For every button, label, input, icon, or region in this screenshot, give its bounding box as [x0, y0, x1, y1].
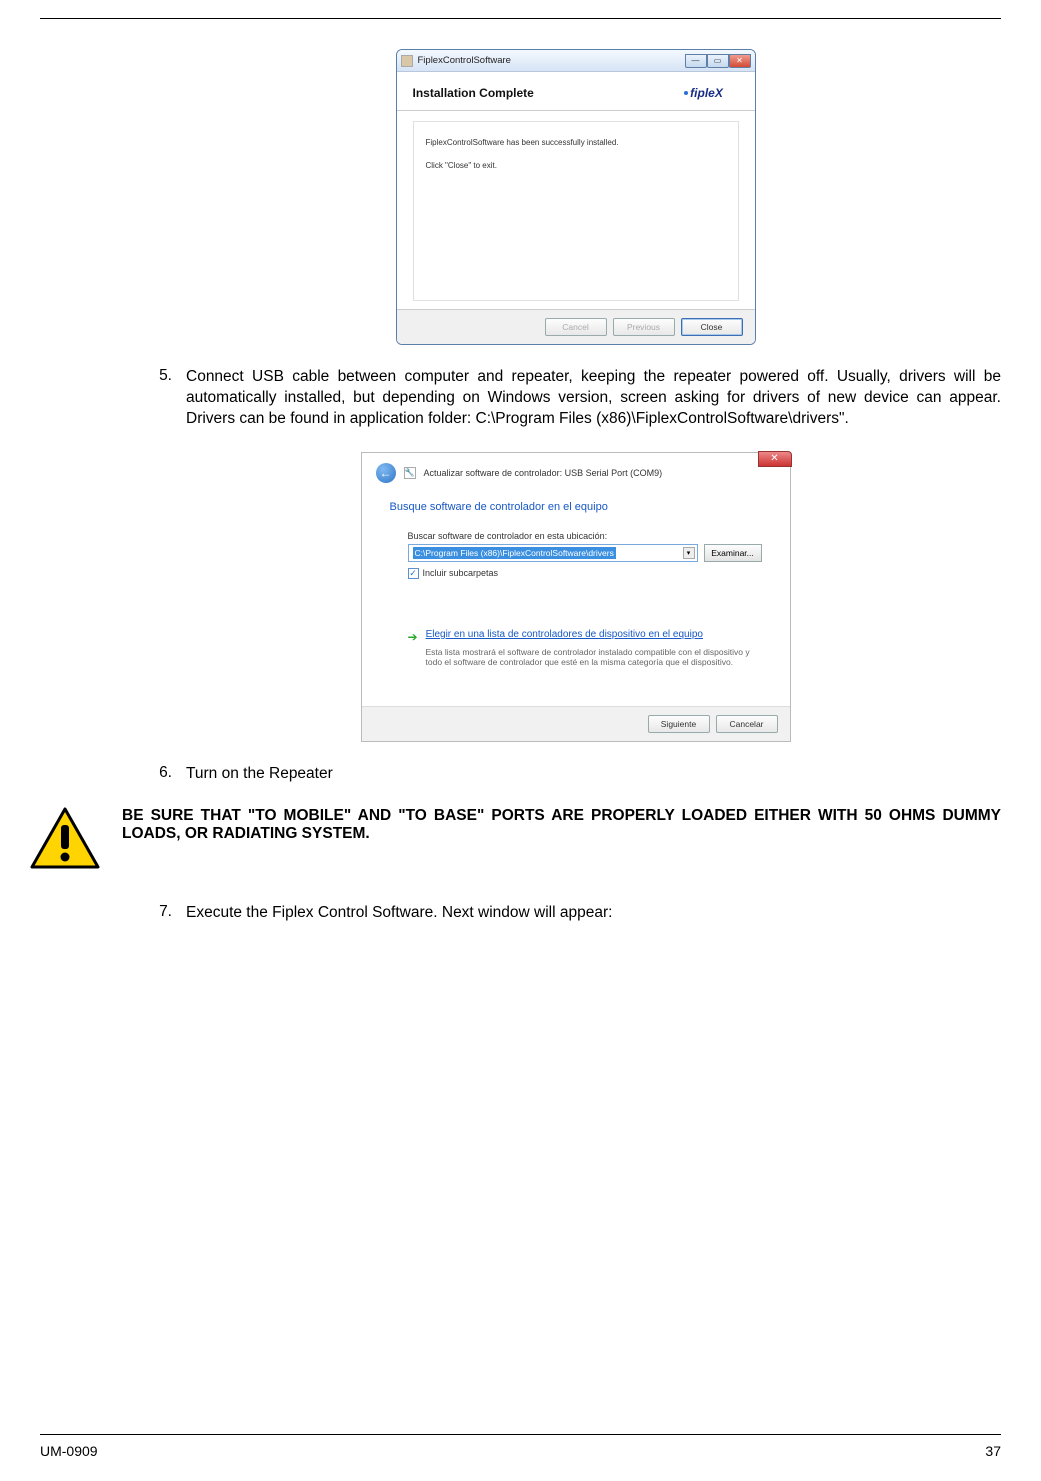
installer-heading: Installation Complete [413, 86, 534, 100]
footer-right: 37 [985, 1443, 1001, 1459]
warning-row: BE SURE THAT "TO MOBILE" AND "TO BASE" P… [150, 807, 1001, 867]
driver-dialog-footer: Siguiente Cancelar [362, 706, 790, 741]
top-horizontal-rule [40, 18, 1001, 19]
driver-search-label: Buscar software de controlador en esta u… [408, 531, 762, 541]
choose-from-list-link[interactable]: Elegir en una lista de controladores de … [426, 629, 703, 644]
previous-button[interactable]: Previous [613, 318, 675, 336]
content-area: FiplexControlSoftware — ▭ ✕ Installation… [40, 49, 1001, 924]
include-subfolders-checkbox[interactable]: ✓ [408, 568, 419, 579]
driver-dialog: ✕ ← 🔧 Actualizar software de controlador… [361, 452, 791, 742]
warning-triangle-icon [30, 807, 100, 869]
list-number-7: 7. [150, 903, 186, 924]
window-close-button[interactable]: ✕ [729, 54, 751, 68]
maximize-button[interactable]: ▭ [707, 54, 729, 68]
browse-button[interactable]: Examinar... [704, 544, 762, 562]
warning-text: BE SURE THAT "TO MOBILE" AND "TO BASE" P… [118, 807, 1001, 843]
list-text-7: Execute the Fiplex Control Software. Nex… [186, 903, 1001, 924]
minimize-button[interactable]: — [685, 54, 707, 68]
warning-icon [30, 807, 100, 867]
list-item-7: 7. Execute the Fiplex Control Software. … [150, 903, 1001, 924]
installer-line-2: Click "Close" to exit. [426, 161, 726, 170]
cancel-button-2[interactable]: Cancelar [716, 715, 778, 733]
list-item-5: 5. Connect USB cable between computer an… [150, 367, 1001, 430]
figure-installation-complete: FiplexControlSoftware — ▭ ✕ Installation… [150, 49, 1001, 345]
fiplex-logo: fipleX [669, 82, 739, 104]
list-item-6: 6. Turn on the Repeater [150, 764, 1001, 785]
include-subfolders-row: ✓ Incluir subcarpetas [408, 568, 762, 579]
installer-message-panel: FiplexControlSoftware has been successfu… [413, 121, 739, 301]
driver-dialog-title: Busque software de controlador en el equ… [390, 501, 762, 513]
choose-from-list-option[interactable]: ➔ Elegir en una lista de controladores d… [408, 629, 762, 644]
figure-driver-dialog: ✕ ← 🔧 Actualizar software de controlador… [150, 452, 1001, 742]
installer-titlebar: FiplexControlSoftware — ▭ ✕ [397, 50, 755, 72]
page-footer: UM-0909 37 [40, 1443, 1001, 1459]
cancel-button[interactable]: Cancel [545, 318, 607, 336]
dropdown-icon[interactable]: ▾ [683, 547, 695, 559]
footer-left: UM-0909 [40, 1443, 98, 1459]
installer-footer: Cancel Previous Close [397, 309, 755, 344]
driver-header-icon: 🔧 [404, 467, 416, 479]
arrow-right-icon: ➔ [408, 630, 418, 644]
installer-header-row: Installation Complete fipleX [413, 82, 739, 104]
include-subfolders-label: Incluir subcarpetas [423, 568, 499, 578]
logo-text: fipleX [690, 86, 723, 100]
driver-dialog-close-button[interactable]: ✕ [758, 451, 792, 467]
installer-title-text: FiplexControlSoftware [418, 55, 685, 66]
driver-dialog-header: ← 🔧 Actualizar software de controlador: … [362, 453, 790, 487]
installer-app-icon [401, 55, 413, 67]
logo-dot-icon [684, 91, 688, 95]
separator [397, 110, 755, 111]
driver-path-input[interactable]: C:\Program Files (x86)\FiplexControlSoft… [408, 544, 698, 562]
list-number-5: 5. [150, 367, 186, 430]
installer-body: Installation Complete fipleX FiplexContr… [397, 72, 755, 344]
list-text-6: Turn on the Repeater [186, 764, 1001, 785]
next-button[interactable]: Siguiente [648, 715, 710, 733]
back-arrow-icon[interactable]: ← [376, 463, 396, 483]
close-button[interactable]: Close [681, 318, 743, 336]
driver-header-text: Actualizar software de controlador: USB … [424, 468, 663, 478]
choose-from-list-description: Esta lista mostrará el software de contr… [426, 647, 762, 668]
page: FiplexControlSoftware — ▭ ✕ Installation… [0, 0, 1041, 1481]
list-number-6: 6. [150, 764, 186, 785]
window-buttons: — ▭ ✕ [685, 54, 751, 68]
bottom-horizontal-rule [40, 1434, 1001, 1435]
list-text-5: Connect USB cable between computer and r… [186, 367, 1001, 430]
installer-dialog: FiplexControlSoftware — ▭ ✕ Installation… [396, 49, 756, 345]
installer-line-1: FiplexControlSoftware has been successfu… [426, 138, 726, 147]
driver-path-value: C:\Program Files (x86)\FiplexControlSoft… [413, 547, 616, 559]
driver-path-row: C:\Program Files (x86)\FiplexControlSoft… [408, 544, 762, 562]
driver-dialog-body: Busque software de controlador en el equ… [362, 487, 790, 706]
